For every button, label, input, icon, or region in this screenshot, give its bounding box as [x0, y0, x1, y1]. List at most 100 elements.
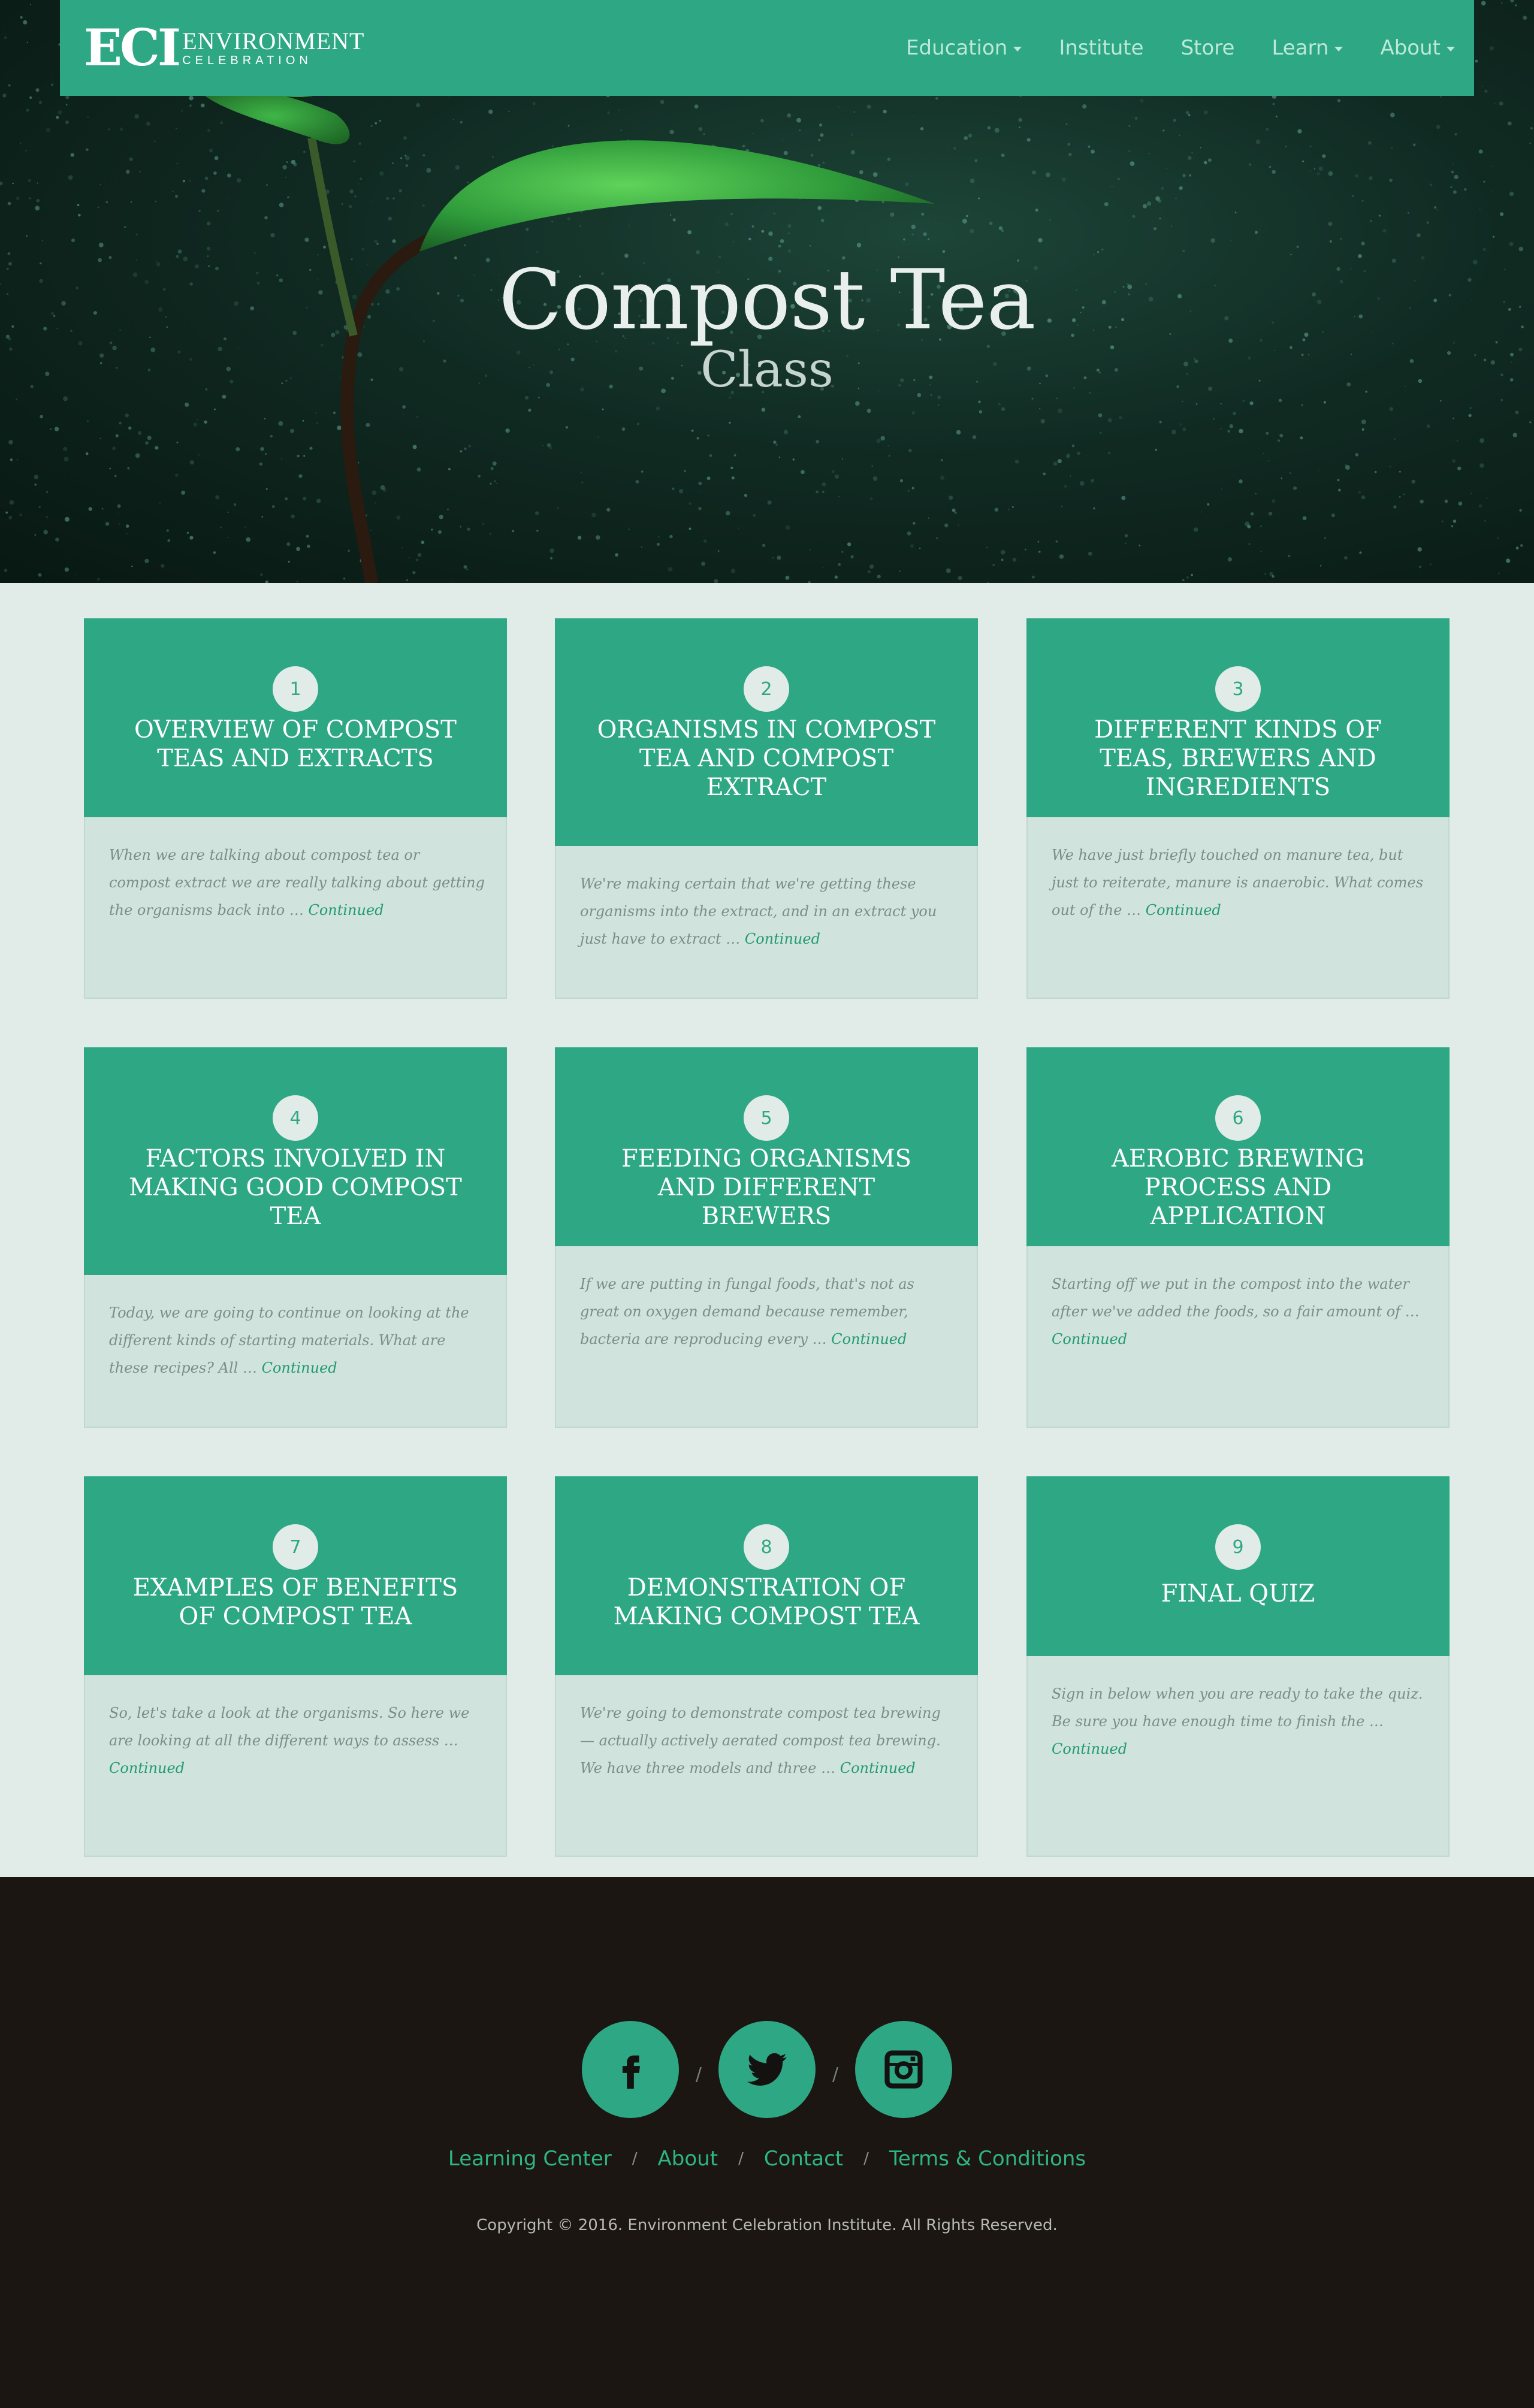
raindrop	[85, 452, 89, 455]
raindrop	[1159, 217, 1161, 220]
raindrop	[109, 467, 111, 470]
raindrop	[398, 189, 402, 193]
lesson-title[interactable]: DEMONSTRATION OF MAKING COMPOST TEA	[555, 1573, 978, 1631]
raindrop	[762, 543, 766, 547]
raindrop	[986, 546, 988, 548]
continued-link[interactable]: Continued	[109, 1760, 185, 1776]
continued-link[interactable]: Continued	[262, 1359, 337, 1376]
raindrop	[834, 474, 840, 479]
raindrop	[1220, 428, 1222, 430]
raindrop	[213, 551, 216, 554]
lesson-card[interactable]: 2 ORGANISMS IN COMPOST TEA AND COMPOST E…	[555, 618, 978, 999]
raindrop	[899, 570, 901, 572]
raindrop	[204, 176, 209, 180]
raindrop	[822, 566, 824, 568]
raindrop	[913, 522, 916, 525]
continued-link[interactable]: Continued	[831, 1331, 907, 1347]
raindrop	[1483, 180, 1485, 183]
footer-link-about[interactable]: About	[658, 2147, 718, 2171]
raindrop	[1104, 202, 1109, 207]
raindrop	[1453, 164, 1454, 165]
raindrop	[88, 507, 92, 511]
lesson-card[interactable]: 5 FEEDING ORGANISMS AND DIFFERENT BREWER…	[555, 1047, 978, 1428]
instagram-icon[interactable]	[855, 2021, 953, 2118]
nav-education[interactable]: Education	[906, 36, 1022, 60]
raindrop	[1499, 101, 1503, 106]
footer-link-learning-center[interactable]: Learning Center	[448, 2147, 612, 2171]
lesson-card[interactable]: 8 DEMONSTRATION OF MAKING COMPOST TEA We…	[555, 1476, 978, 1857]
raindrop	[1389, 179, 1393, 182]
raindrop	[907, 490, 910, 492]
raindrop	[259, 462, 262, 466]
nav-learn[interactable]: Learn	[1272, 36, 1343, 60]
raindrop	[447, 508, 449, 510]
nav-institute[interactable]: Institute	[1059, 36, 1143, 60]
continued-link[interactable]: Continued	[1052, 1331, 1127, 1347]
raindrop	[1098, 413, 1103, 418]
raindrop	[412, 445, 417, 449]
nav-about[interactable]: About	[1380, 36, 1455, 60]
lesson-card[interactable]: 4 FACTORS INVOLVED IN MAKING GOOD COMPOS…	[84, 1047, 507, 1428]
raindrop	[748, 237, 751, 241]
lesson-card[interactable]: 3 DIFFERENT KINDS OF TEAS, BREWERS AND I…	[1026, 618, 1450, 999]
lesson-title[interactable]: DIFFERENT KINDS OF TEAS, BREWERS AND ING…	[1026, 715, 1450, 802]
footer-link-contact[interactable]: Contact	[764, 2147, 843, 2171]
raindrop	[972, 435, 977, 439]
lesson-title[interactable]: OVERVIEW OF COMPOST TEAS AND EXTRACTS	[84, 715, 507, 773]
raindrop	[8, 84, 11, 87]
raindrop	[1464, 188, 1467, 191]
raindrop	[452, 119, 454, 120]
raindrop	[1430, 563, 1432, 566]
raindrop	[260, 573, 263, 576]
raindrop	[1288, 555, 1291, 558]
card-header: 8 DEMONSTRATION OF MAKING COMPOST TEA	[555, 1476, 978, 1675]
raindrop	[1440, 96, 1442, 98]
raindrop	[20, 142, 22, 144]
twitter-icon[interactable]	[718, 2021, 816, 2118]
raindrop	[402, 405, 406, 409]
raindrop	[958, 576, 962, 581]
lesson-title[interactable]: FEEDING ORGANISMS AND DIFFERENT BREWERS	[555, 1144, 978, 1231]
continued-link[interactable]: Continued	[1052, 1741, 1127, 1757]
raindrop	[1417, 547, 1422, 552]
lesson-title[interactable]: FINAL QUIZ	[1125, 1579, 1351, 1608]
raindrop	[1529, 142, 1532, 144]
continued-link[interactable]: Continued	[308, 902, 384, 919]
raindrop	[694, 104, 699, 109]
raindrop	[820, 133, 824, 137]
raindrop	[8, 515, 13, 519]
lesson-number: 9	[1215, 1524, 1261, 1570]
raindrop	[818, 164, 820, 167]
nav-store[interactable]: Store	[1181, 36, 1235, 60]
raindrop	[1111, 186, 1113, 188]
continued-link[interactable]: Continued	[840, 1760, 916, 1776]
raindrop	[928, 517, 930, 519]
raindrop	[987, 582, 989, 583]
raindrop	[851, 133, 854, 136]
footer-link-terms[interactable]: Terms & Conditions	[889, 2147, 1086, 2171]
raindrop	[56, 116, 59, 119]
raindrop	[281, 458, 282, 460]
lesson-card[interactable]: 7 EXAMPLES OF BENEFITS OF COMPOST TEA So…	[84, 1476, 507, 1857]
lesson-card[interactable]: 1 OVERVIEW OF COMPOST TEAS AND EXTRACTS …	[84, 618, 507, 999]
raindrop	[778, 456, 781, 458]
raindrop	[416, 416, 418, 418]
lesson-title[interactable]: ORGANISMS IN COMPOST TEA AND COMPOST EXT…	[555, 715, 978, 802]
lesson-title[interactable]: FACTORS INVOLVED IN MAKING GOOD COMPOST …	[84, 1144, 507, 1231]
raindrop	[919, 548, 921, 549]
lesson-title[interactable]: AEROBIC BREWING PROCESS AND APPLICATION	[1026, 1144, 1450, 1231]
raindrop	[1250, 512, 1254, 516]
raindrop	[1162, 129, 1165, 132]
raindrop	[1352, 195, 1354, 197]
site-logo[interactable]: ECI ENVIRONMENT CELEBRATION	[84, 23, 365, 73]
continued-link[interactable]: Continued	[1146, 902, 1221, 919]
raindrop	[1436, 125, 1441, 129]
raindrop	[1278, 398, 1282, 403]
lesson-card[interactable]: 6 AEROBIC BREWING PROCESS AND APPLICATIO…	[1026, 1047, 1450, 1428]
lesson-title[interactable]: EXAMPLES OF BENEFITS OF COMPOST TEA	[84, 1573, 507, 1631]
facebook-icon[interactable]	[581, 2021, 679, 2118]
raindrop	[838, 563, 841, 566]
continued-link[interactable]: Continued	[745, 930, 820, 947]
raindrop	[1451, 170, 1454, 174]
lesson-card[interactable]: 9 FINAL QUIZ Sign in below when you are …	[1026, 1476, 1450, 1857]
